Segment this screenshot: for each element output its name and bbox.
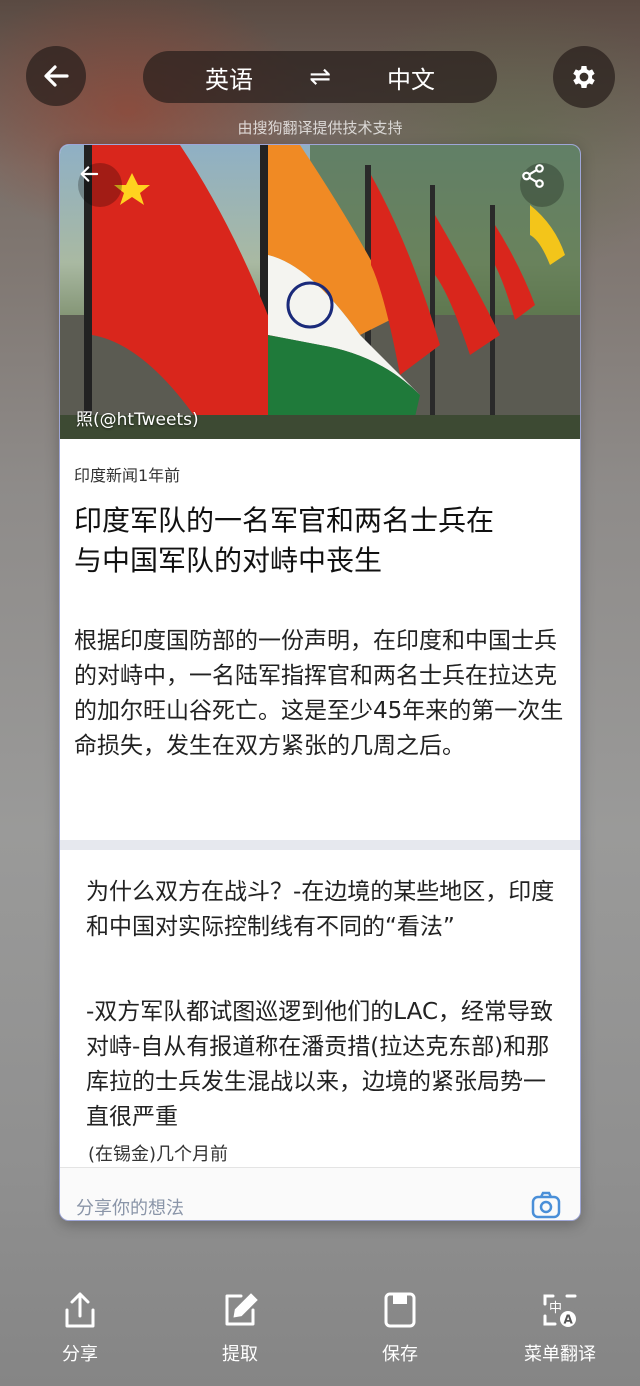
photo-credit: 照(@htTweets) [76,410,199,430]
menu-translate-icon: 中 A [543,1294,577,1327]
svg-text:中: 中 [549,1301,562,1316]
related-question: 为什么双方在战斗？-在边境的某些地区，印度和中国对实际控制线有不同的“看法” [86,879,555,940]
article-headline: 印度军队的一名军官和两名士兵在与中国军队的对峙中丧生 [74,504,495,577]
article-body: 根据印度国防部的一份声明，在印度和中国士兵的对峙中，一名陆军指挥官和两名士兵在拉… [74,628,564,759]
powered-by-text: 由搜狗翻译提供技术支持 [237,119,403,137]
extract-label: 提取 [222,1344,258,1365]
target-language[interactable]: 中文 [387,60,435,95]
bottom-toolbar: 分享 提取 保存 中 A 菜单翻译 [0,1290,640,1380]
share-nodes-icon [522,164,544,188]
arrow-left-icon [80,166,99,182]
flags-image [60,145,580,439]
save-label: 保存 [382,1344,418,1365]
photo-back-button[interactable] [78,163,122,207]
camera-icon[interactable] [530,1188,562,1220]
translated-article-card: 照(@htTweets) 印度新闻1年前 印度军队的一名军官和两名士兵在与中国军… [59,144,581,1221]
arrow-left-icon [44,65,69,87]
comment-input[interactable]: 分享你的想法 [76,1194,184,1220]
svg-text:A: A [564,1313,574,1327]
extract-button[interactable]: 提取 [180,1290,300,1366]
source-language[interactable]: 英语 [205,60,253,95]
article-photo: 照(@htTweets) [60,145,580,439]
back-button[interactable] [26,46,86,106]
related-meta: (在锡金)几个月前 [88,1144,229,1165]
save-button[interactable]: 保存 [340,1290,460,1366]
related-body: -双方军队都试图巡逻到他们的LAC，经常导致对峙-自从有报道称在潘贡措(拉达克东… [86,999,554,1130]
share-label: 分享 [62,1344,98,1365]
language-switcher: 英语 ⇌ 中文 [143,51,497,103]
settings-button[interactable] [553,46,615,108]
save-icon [384,1292,416,1328]
swap-languages-icon[interactable]: ⇌ [309,62,331,92]
gear-icon [573,66,595,88]
edit-icon [225,1293,258,1326]
article-meta: 印度新闻1年前 [74,466,181,485]
photo-share-button[interactable] [520,163,564,207]
section-divider [60,840,580,850]
share-button[interactable]: 分享 [20,1290,140,1366]
comment-bar[interactable]: 分享你的想法 [60,1167,580,1220]
share-icon [65,1292,95,1328]
menu-translate-button[interactable]: 中 A 菜单翻译 [500,1290,620,1366]
menu-translate-label: 菜单翻译 [524,1344,596,1365]
